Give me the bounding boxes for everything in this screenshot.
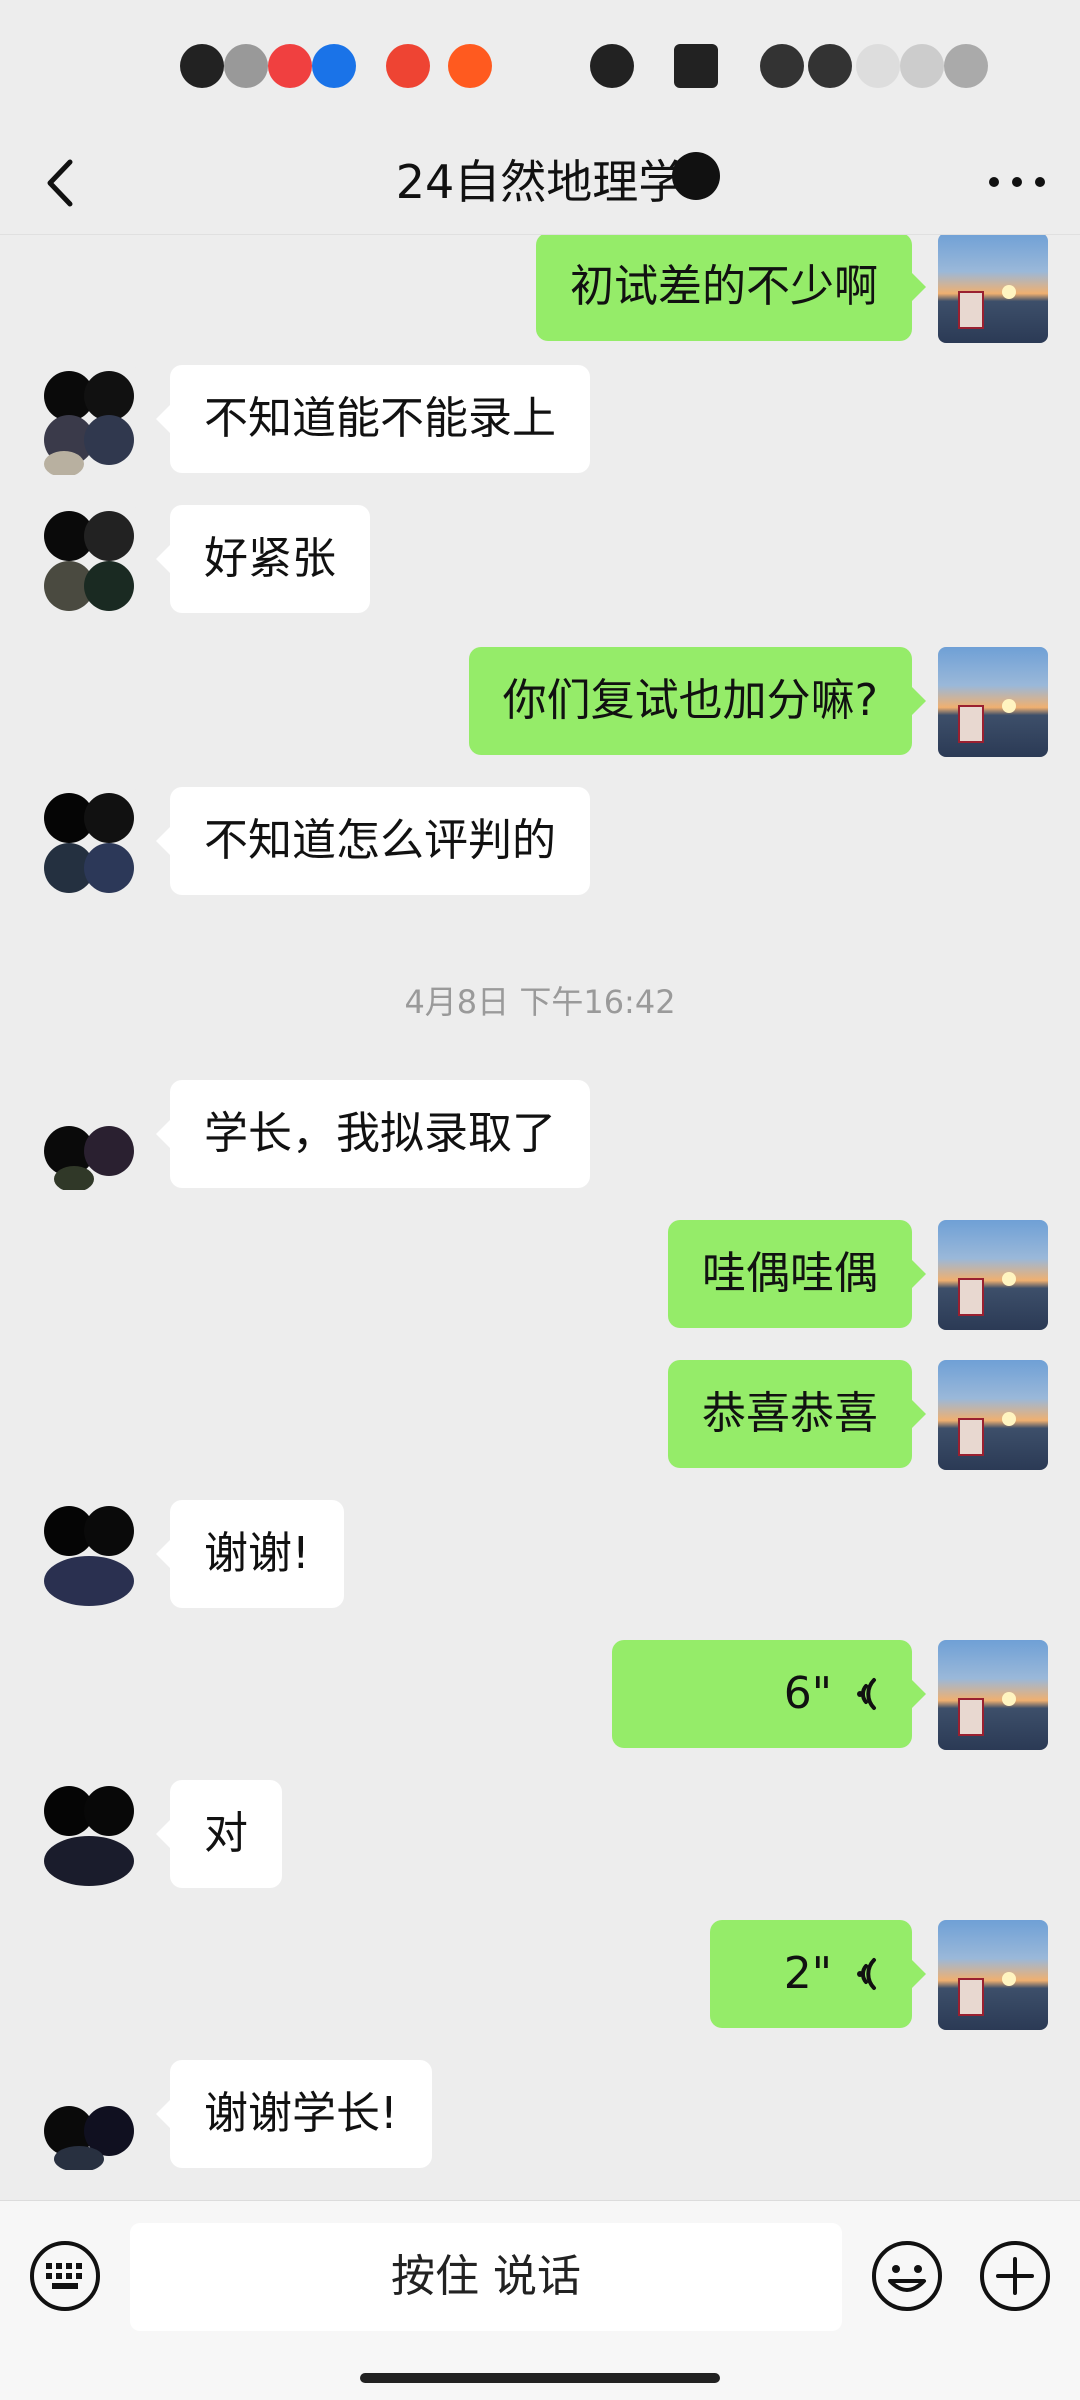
chat-header: 24自然地理学 [0,130,1080,235]
avatar-shape [84,793,134,843]
voice-wave-icon [857,1678,876,1710]
avatar-shape [84,1126,134,1176]
status-bar [0,0,1080,130]
emoji-icon[interactable] [870,2239,944,2313]
message-bubble[interactable]: 恭喜恭喜 [668,1360,926,1468]
status-icon [760,44,804,88]
avatar-cup [958,705,984,743]
contact-avatar[interactable] [28,365,138,475]
avatar-shape [44,451,84,475]
status-icon [674,44,718,88]
message-bubble[interactable]: 学长，我拟录取了 [156,1080,590,1188]
voice-message-bubble[interactable]: 2" [710,1920,926,2028]
avatar-shape [84,1786,134,1836]
avatar-sun [1002,1972,1016,1986]
contact-avatar[interactable] [28,1080,138,1190]
avatar-shape [54,1166,94,1190]
plus-icon[interactable] [978,2239,1052,2313]
input-bar: 按住 说话 [0,2200,1080,2400]
avatar-shape [84,511,134,561]
avatar-shape [84,1506,134,1556]
avatar-sun [1002,699,1016,713]
avatar-shape [44,1836,134,1886]
avatar-sun [1002,1692,1016,1706]
status-icon [386,44,430,88]
voice-message-bubble[interactable]: 6" [612,1640,926,1748]
avatar-sun [1002,1272,1016,1286]
keyboard-toggle-icon[interactable] [28,2239,102,2313]
my-avatar[interactable] [938,1920,1048,2030]
message-bubble[interactable]: 对 [156,1780,282,1888]
message-bubble[interactable]: 初试差的不少啊 [536,235,926,341]
my-avatar[interactable] [938,1220,1048,1330]
contact-avatar[interactable] [28,1500,138,1610]
chat-title: 24自然地理学 [395,155,685,209]
timestamp: 4月8日 下午16:42 [404,983,676,1021]
avatar-cup [958,1278,984,1316]
contact-avatar[interactable] [28,787,138,897]
my-avatar[interactable] [938,1640,1048,1750]
my-avatar[interactable] [938,1360,1048,1470]
avatar-cup [958,1978,984,2016]
my-avatar[interactable] [938,647,1048,757]
status-icon [590,44,634,88]
voice-wave-icon [857,1958,876,1990]
status-icon [856,44,900,88]
status-icon [944,44,988,88]
avatar-shape [54,2146,104,2170]
voice-duration: 6" [783,1668,832,1719]
contact-avatar[interactable] [28,1780,138,1890]
message-bubble[interactable]: 好紧张 [156,505,370,613]
avatar-shape [84,371,134,421]
avatar-shape [44,1556,134,1606]
avatar-sun [1002,1412,1016,1426]
status-icon [312,44,356,88]
avatar-sun [1002,285,1016,299]
avatar-shape [84,843,134,893]
contact-avatar[interactable] [28,2060,138,2170]
contact-avatar[interactable] [28,505,138,615]
message-bubble[interactable]: 不知道能不能录上 [156,365,590,473]
home-indicator [360,2373,720,2383]
voice-duration: 2" [783,1948,832,1999]
avatar-shape [84,561,134,611]
message-list[interactable]: 初试差的不少啊 不知道能不能录上 好紧张 你们复试也加分嘛? 不知道怎么评判的 … [0,235,1080,2200]
message-bubble[interactable]: 你们复试也加分嘛? [468,647,927,755]
status-icon [808,44,852,88]
hold-to-talk-button[interactable]: 按住 说话 [130,2223,842,2331]
avatar-cup [958,291,984,329]
my-avatar[interactable] [938,235,1048,343]
message-bubble[interactable]: 谢谢学长! [156,2060,432,2168]
more-options-icon[interactable] [984,160,1050,204]
message-bubble[interactable]: 谢谢! [156,1500,344,1608]
muted-indicator-icon [672,152,720,200]
status-icon [180,44,224,88]
status-icon [268,44,312,88]
status-icon [224,44,268,88]
message-bubble[interactable]: 不知道怎么评判的 [156,787,590,895]
status-icon [448,44,492,88]
avatar-shape [84,415,134,465]
status-icon [900,44,944,88]
message-bubble[interactable]: 哇偶哇偶 [668,1220,926,1328]
avatar-cup [958,1698,984,1736]
avatar-cup [958,1418,984,1456]
